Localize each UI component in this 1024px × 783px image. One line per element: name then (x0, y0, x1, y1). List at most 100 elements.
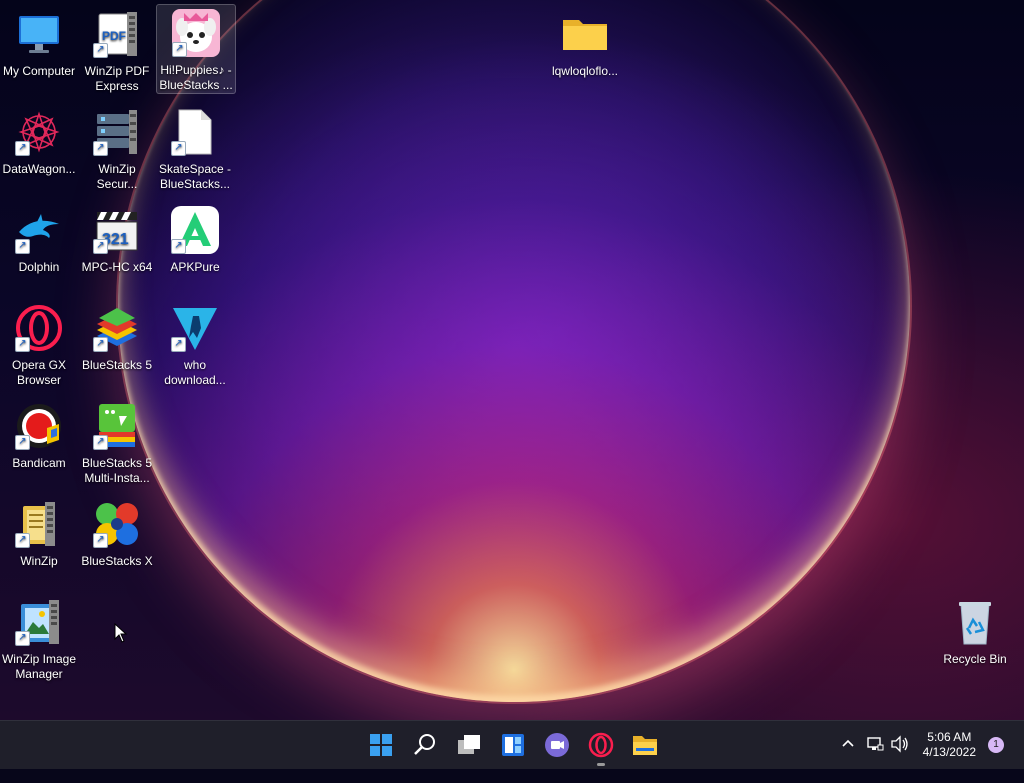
mouse-cursor-icon (114, 622, 128, 643)
shortcut-arrow-icon: ↗ (93, 239, 108, 254)
puppy-app-icon: ↗ (172, 9, 220, 57)
desktop-icon-folder[interactable]: lqwloqloflo... (546, 6, 624, 79)
desktop-icon-who-download[interactable]: ↗ who download... (156, 300, 234, 388)
notification-badge[interactable]: 1 (988, 737, 1004, 753)
icon-label: BlueStacks 5 (81, 358, 153, 372)
search-button[interactable] (410, 730, 440, 760)
shortcut-arrow-icon: ↗ (93, 141, 108, 156)
desktop-icon-winzip-image-manager[interactable]: ↗ WinZip Image Manager (0, 594, 78, 682)
shortcut-arrow-icon: ↗ (171, 239, 186, 254)
chat-icon (545, 733, 569, 757)
folder-icon (561, 10, 609, 58)
widgets-button[interactable] (498, 730, 528, 760)
datawagon-icon: ↗ (15, 108, 63, 156)
desktop-icon-winzip-secure[interactable]: ↗ WinZip Secur... (78, 104, 156, 192)
chat-button[interactable] (542, 730, 572, 760)
opera-gx-icon (588, 732, 614, 758)
icon-label: MPC-HC x64 (81, 260, 153, 274)
shortcut-arrow-icon: ↗ (15, 239, 30, 254)
icon-label: WinZip Image Manager (1, 652, 77, 681)
icon-label: lqwloqloflo... (551, 64, 619, 78)
desktop-icon-bandicam[interactable]: ↗ Bandicam (0, 398, 78, 471)
downloader-app-icon: ↗ (171, 304, 219, 352)
icon-label: WinZip (20, 554, 58, 568)
desktop-icon-hi-puppies[interactable]: ↗ Hi!Puppies♪ - BlueStacks ... (156, 4, 236, 94)
icon-label: WinZip PDF Express (84, 64, 150, 93)
search-icon (414, 734, 435, 755)
winzip-image-manager-icon: ↗ (15, 598, 63, 646)
winzip-secure-icon: ↗ (93, 108, 141, 156)
chevron-up-icon (842, 739, 854, 747)
wallpaper-orb-rim (118, 0, 910, 702)
icon-label: Opera GX Browser (11, 358, 67, 387)
icon-label: APKPure (170, 260, 220, 274)
bluestacks-multi-icon: ↗ (93, 402, 141, 450)
desktop-icon-opera-gx[interactable]: ↗ Opera GX Browser (0, 300, 78, 388)
icon-label: Bandicam (12, 456, 66, 470)
icon-label: My Computer (2, 64, 76, 78)
clapperboard-icon: 321 ↗ (93, 206, 141, 254)
svg-text:PDF: PDF (102, 29, 126, 43)
bluestacks-icon: ↗ (93, 304, 141, 352)
shortcut-arrow-icon: ↗ (171, 141, 186, 156)
desktop-icon-bluestacks-x[interactable]: ↗ BlueStacks X (78, 496, 156, 569)
bluestacks-x-icon: ↗ (93, 500, 141, 548)
volume-icon (891, 735, 908, 753)
bandicam-icon: ↗ (15, 402, 63, 450)
monitor-icon (15, 10, 63, 58)
icon-label: SkateSpace - BlueStacks... (158, 162, 232, 191)
winzip-pdf-icon: PDF ↗ (93, 10, 141, 58)
network-icon (867, 737, 884, 751)
desktop-icon-apkpure[interactable]: ↗ APKPure (156, 202, 234, 275)
file-explorer-icon (633, 736, 657, 755)
opera-gx-icon: ↗ (15, 304, 63, 352)
shortcut-arrow-icon: ↗ (93, 435, 108, 450)
icon-label: Dolphin (18, 260, 60, 274)
apkpure-icon: ↗ (171, 206, 219, 254)
task-view-button[interactable] (454, 730, 484, 760)
desktop-icon-dolphin[interactable]: ↗ Dolphin (0, 202, 78, 275)
desktop-icon-mpc-hc[interactable]: 321 ↗ MPC-HC x64 (78, 202, 156, 275)
icon-label: Hi!Puppies♪ - BlueStacks ... (159, 63, 233, 92)
icon-label: BlueStacks X (81, 554, 153, 568)
desktop-icon-datawagon[interactable]: ↗ DataWagon... (0, 104, 78, 177)
shortcut-arrow-icon: ↗ (93, 43, 108, 58)
clock-time: 5:06 AM (927, 730, 972, 744)
task-view-icon (458, 735, 480, 754)
clock[interactable]: 5:06 AM 4/13/2022 (923, 730, 976, 760)
running-indicator (597, 763, 605, 766)
network-icon-button[interactable] (866, 735, 884, 783)
recycle-bin-icon (951, 598, 999, 646)
shortcut-arrow-icon: ↗ (15, 141, 30, 156)
file-explorer-button[interactable] (630, 730, 660, 760)
icon-label: who download... (164, 358, 226, 387)
start-button[interactable] (366, 730, 396, 760)
taskbar: 5:06 AM 4/13/2022 1 (0, 720, 1024, 769)
shortcut-arrow-icon: ↗ (172, 42, 187, 57)
icon-label: Recycle Bin (943, 652, 1007, 666)
desktop-icon-winzip[interactable]: ↗ WinZip (0, 496, 78, 569)
shortcut-arrow-icon: ↗ (15, 533, 30, 548)
icon-label: DataWagon... (2, 162, 76, 176)
clock-date: 4/13/2022 (922, 745, 976, 759)
shortcut-arrow-icon: ↗ (93, 533, 108, 548)
desktop-icon-winzip-pdf-express[interactable]: PDF ↗ WinZip PDF Express (78, 6, 156, 94)
icon-label: WinZip Secur... (96, 162, 138, 191)
desktop-icon-my-computer[interactable]: My Computer (0, 6, 78, 79)
windows-logo-icon (370, 734, 392, 756)
desktop-icon-recycle-bin[interactable]: Recycle Bin (936, 594, 1014, 667)
shortcut-arrow-icon: ↗ (171, 337, 186, 352)
winzip-icon: ↗ (15, 500, 63, 548)
shortcut-arrow-icon: ↗ (93, 337, 108, 352)
shortcut-arrow-icon: ↗ (15, 435, 30, 450)
blank-file-icon: ↗ (171, 108, 219, 156)
widgets-icon (502, 734, 524, 756)
show-hidden-icons-button[interactable] (840, 735, 856, 783)
opera-taskbar-button[interactable] (586, 730, 616, 766)
desktop-icon-bluestacks-multi[interactable]: ↗ BlueStacks 5 Multi-Insta... (78, 398, 156, 486)
volume-icon-button[interactable] (890, 735, 910, 783)
desktop-icon-skatespace[interactable]: ↗ SkateSpace - BlueStacks... (156, 104, 234, 192)
shortcut-arrow-icon: ↗ (15, 337, 30, 352)
desktop-icon-bluestacks-5[interactable]: ↗ BlueStacks 5 (78, 300, 156, 373)
dolphin-icon: ↗ (15, 206, 63, 254)
